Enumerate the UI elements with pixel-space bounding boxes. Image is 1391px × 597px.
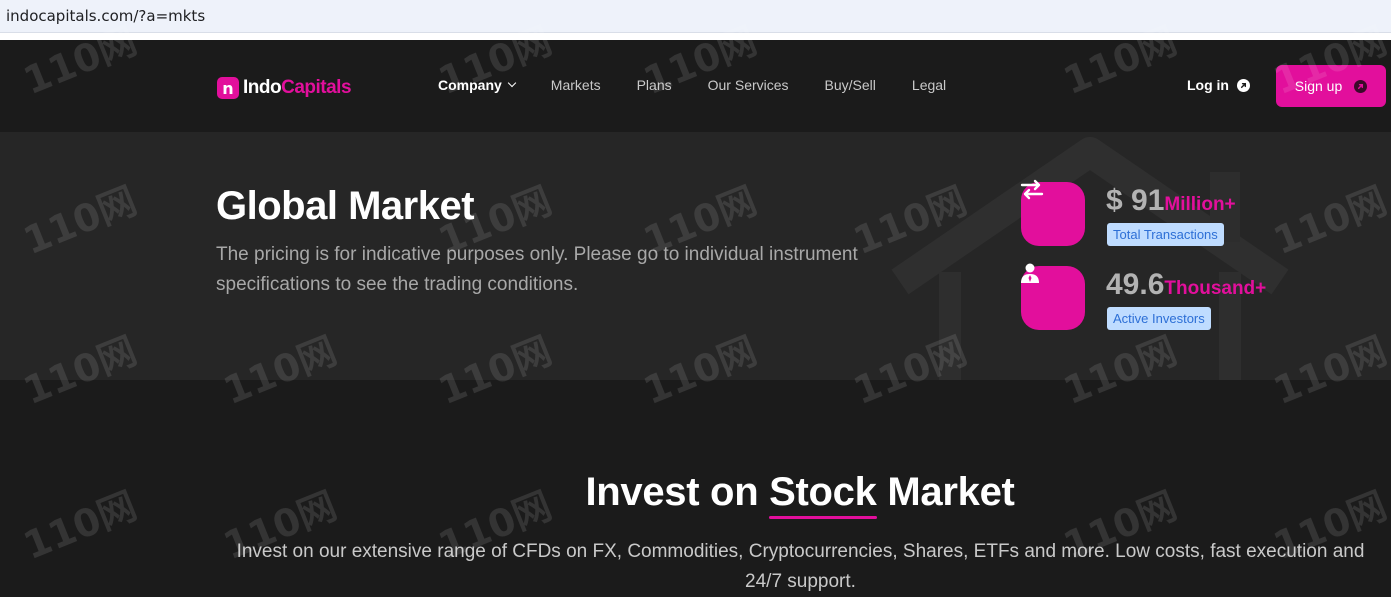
stat-total-transactions: $ 91Million+ Total Transactions bbox=[1020, 179, 1321, 246]
top-navigation: n IndoCapitals Company Markets Plans Our… bbox=[0, 40, 1391, 132]
page-title: Global Market bbox=[216, 184, 475, 228]
logo-mark-icon: n bbox=[217, 77, 239, 99]
logo-text-part2: Capitals bbox=[281, 77, 352, 98]
section-title-prefix: Invest on bbox=[585, 470, 770, 514]
signup-label: Sign up bbox=[1294, 78, 1343, 94]
stat-suffix: Million+ bbox=[1164, 194, 1236, 215]
url-text[interactable]: indocapitals.com/?a=mkts bbox=[6, 7, 205, 25]
chevron-down-icon bbox=[507, 78, 517, 88]
page: indocapitals.com/?a=mkts n IndoCapitals … bbox=[0, 0, 1391, 597]
stat-label-badge: Active Investors bbox=[1107, 307, 1211, 330]
hero-banner: Global Market The pricing is for indicat… bbox=[0, 132, 1391, 380]
house-outline-decoration bbox=[891, 137, 1289, 380]
nav-item-buy-sell[interactable]: Buy/Sell bbox=[825, 77, 876, 93]
nav-item-legal[interactable]: Legal bbox=[912, 77, 946, 93]
stat-value: 49.6Thousand+ bbox=[1106, 268, 1266, 302]
transfer-arrows-icon bbox=[1020, 179, 1044, 200]
login-label: Log in bbox=[1187, 77, 1229, 93]
nav-links: Company Markets Plans Our Services Buy/S… bbox=[438, 77, 982, 93]
stat-label-badge: Total Transactions bbox=[1107, 223, 1224, 246]
nav-item-markets[interactable]: Markets bbox=[551, 77, 601, 93]
nav-item-label: Company bbox=[438, 77, 502, 93]
arrow-circle-icon bbox=[1237, 78, 1250, 92]
stat-suffix: Thousand+ bbox=[1164, 278, 1267, 299]
nav-item-plans[interactable]: Plans bbox=[637, 77, 672, 93]
investor-person-icon bbox=[1021, 263, 1039, 283]
stat-number: $ 91 bbox=[1106, 184, 1165, 217]
nav-item-our-services[interactable]: Our Services bbox=[708, 77, 789, 93]
login-button[interactable]: Log in bbox=[1187, 77, 1250, 93]
address-bar-divider bbox=[0, 33, 1391, 40]
stat-number: 49.6 bbox=[1106, 268, 1165, 301]
stat-value: $ 91Million+ bbox=[1106, 184, 1236, 218]
section-description: Invest on our extensive range of CFDs on… bbox=[236, 541, 1365, 592]
stat-active-investors: 49.6Thousand+ Active Investors bbox=[1021, 263, 1321, 330]
logo-text-part1: Indo bbox=[243, 77, 282, 98]
brand-logo[interactable]: n IndoCapitals bbox=[217, 77, 352, 99]
section-title: Invest on Stock Market bbox=[0, 470, 1391, 519]
section-title-suffix: Market bbox=[876, 470, 1015, 514]
logo-text: IndoCapitals bbox=[243, 77, 352, 99]
browser-address-bar[interactable]: indocapitals.com/?a=mkts bbox=[0, 0, 1391, 33]
arrow-circle-icon bbox=[1354, 79, 1368, 93]
section-title-highlight: Stock bbox=[769, 470, 878, 519]
hero-description: The pricing is for indicative purposes o… bbox=[216, 244, 858, 295]
nav-item-company[interactable]: Company bbox=[438, 77, 517, 93]
signup-button[interactable]: Sign up bbox=[1276, 65, 1386, 107]
